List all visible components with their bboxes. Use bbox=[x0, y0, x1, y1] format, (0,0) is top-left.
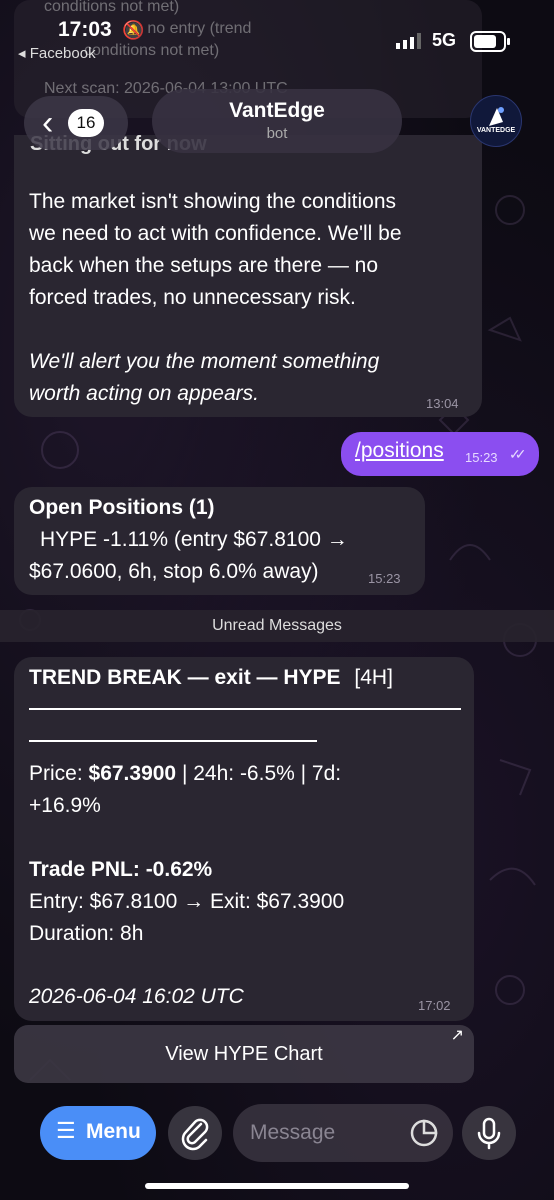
message-italic-line: worth acting on appears. bbox=[29, 382, 259, 405]
message-time: 13:04 bbox=[426, 396, 459, 411]
alert-timeframe: [4H] bbox=[354, 666, 393, 689]
message-bubble-outgoing[interactable]: /positions 15:23 ✓✓ bbox=[341, 432, 539, 476]
message-text-line: back when the setups are there — no bbox=[29, 254, 379, 277]
alert-title: TREND BREAK — exit — HYPE bbox=[29, 666, 341, 689]
price-label: Price: bbox=[29, 762, 89, 785]
bot-avatar[interactable]: VANTEDGE bbox=[470, 95, 522, 147]
silent-bell-icon: 🔕 bbox=[122, 20, 145, 40]
position-line: HYPE -1.11% (entry $67.8100 → bbox=[40, 528, 348, 551]
network-type: 5G bbox=[432, 30, 457, 50]
chat-title[interactable]: VantEdge bot bbox=[152, 89, 402, 153]
message-bubble-incoming[interactable]: Open Positions (1) HYPE -1.11% (entry $6… bbox=[14, 487, 425, 595]
message-time: 15:23 bbox=[368, 571, 401, 586]
logo-icon bbox=[489, 107, 504, 126]
message-bubble-incoming[interactable]: TREND BREAK — exit — HYPE [4H] Price: $6… bbox=[14, 657, 474, 1021]
menu-label: Menu bbox=[86, 1120, 141, 1143]
alert-timestamp: 2026-06-04 16:02 UTC bbox=[29, 985, 244, 1008]
external-link-icon: ↗ bbox=[450, 1027, 464, 1044]
entry-exit-line: Entry: $67.8100 → Exit: $67.3900 bbox=[29, 890, 345, 913]
position-line: $67.0600, 6h, stop 6.0% away) bbox=[29, 560, 319, 583]
unread-count-badge: 16 bbox=[68, 109, 104, 137]
menu-icon: ☰ bbox=[56, 1118, 76, 1143]
sticker-icon[interactable] bbox=[410, 1119, 438, 1147]
alert-title-line: TREND BREAK — exit — HYPE [4H] bbox=[29, 662, 393, 694]
price-changes: | 24h: -6.5% | 7d: bbox=[176, 762, 342, 785]
message-text-line: forced trades, no unnecessary risk. bbox=[29, 286, 356, 309]
back-button[interactable]: ‹ 16 bbox=[24, 96, 128, 150]
message-time: 17:02 bbox=[418, 998, 451, 1013]
double-check-icon: ✓✓ bbox=[509, 446, 527, 462]
unread-divider: Unread Messages bbox=[0, 610, 554, 642]
duration-line: Duration: 8h bbox=[29, 922, 144, 945]
message-text-line: we need to act with confidence. We'll be bbox=[29, 222, 402, 245]
command-link[interactable]: /positions bbox=[355, 439, 444, 463]
price-change-7d: +16.9% bbox=[29, 794, 101, 817]
price-line: Price: $67.3900 | 24h: -6.5% | 7d: bbox=[29, 758, 341, 790]
status-bar: 17:03 🔕 ◂ Facebook 5G bbox=[0, 0, 554, 64]
avatar-label: VANTEDGE bbox=[476, 127, 516, 134]
message-text-line: The market isn't showing the conditions bbox=[29, 190, 397, 213]
divider-line bbox=[29, 708, 461, 710]
view-chart-label: View HYPE Chart bbox=[165, 1043, 323, 1065]
voice-button[interactable] bbox=[462, 1106, 516, 1160]
message-italic-line: We'll alert you the moment something bbox=[29, 350, 380, 373]
price-value: $67.3900 bbox=[88, 762, 177, 785]
view-chart-button[interactable]: View HYPE Chart ↗ bbox=[14, 1025, 474, 1083]
bot-name: VantEdge bbox=[229, 99, 325, 122]
positions-title: Open Positions (1) bbox=[29, 496, 215, 519]
microphone-icon bbox=[477, 1117, 501, 1150]
paperclip-icon bbox=[181, 1118, 209, 1151]
attach-button[interactable] bbox=[168, 1106, 222, 1160]
message-bubble-incoming[interactable]: Sitting out for now The market isn't sho… bbox=[14, 133, 482, 417]
message-time: 15:23 bbox=[465, 450, 498, 465]
divider-line bbox=[29, 740, 317, 742]
signal-icon bbox=[396, 33, 421, 49]
chevron-left-icon: ‹ bbox=[42, 104, 54, 142]
home-indicator bbox=[145, 1183, 409, 1189]
trade-pnl: Trade PNL: -0.62% bbox=[29, 858, 213, 881]
back-to-app-link[interactable]: ◂ Facebook bbox=[18, 44, 96, 62]
status-time: 17:03 bbox=[58, 18, 112, 41]
bot-subtitle: bot bbox=[266, 125, 288, 142]
menu-button[interactable]: ☰ Menu bbox=[40, 1106, 156, 1160]
battery-icon bbox=[470, 31, 510, 52]
